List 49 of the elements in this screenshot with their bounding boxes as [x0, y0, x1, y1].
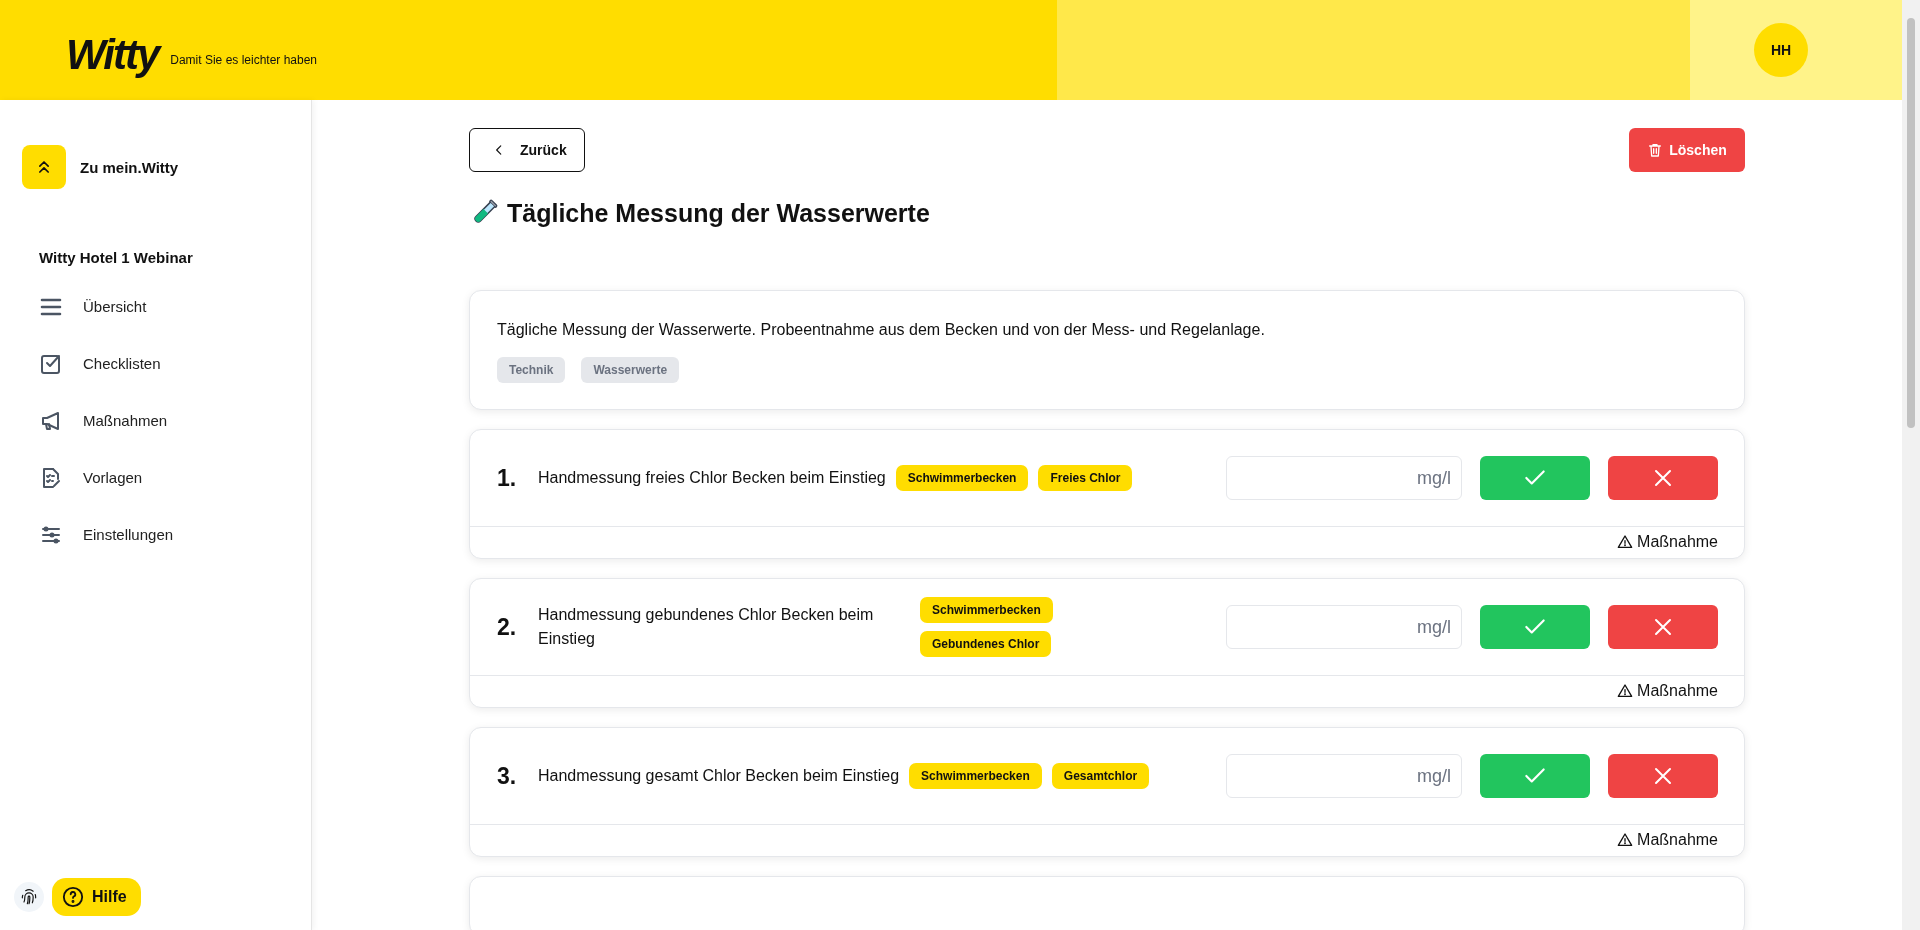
unit-label: mg/l — [1417, 616, 1451, 638]
chevrons-up-icon — [22, 145, 66, 189]
sidebar-item[interactable]: Maßnahmen — [22, 392, 289, 449]
value-input[interactable]: mg/l — [1226, 605, 1462, 649]
action-link[interactable]: Maßnahme — [1617, 682, 1718, 700]
value-input[interactable]: mg/l — [1226, 456, 1462, 500]
sidebar-item[interactable]: Übersicht — [22, 278, 289, 335]
tag: Freies Chlor — [1038, 465, 1133, 491]
description-text: Tägliche Messung der Wasserwerte. Probeentnahme aus dem Becken und von der Mess- und Regelanlage. — [497, 321, 1266, 339]
tag: Technik — [497, 357, 566, 383]
warning-icon — [1617, 683, 1634, 699]
help-icon — [62, 886, 84, 908]
tag: Wasserwerte — [581, 357, 680, 383]
item-title: Handmessung freies Chlor Becken beim Einstieg — [538, 468, 886, 488]
warning-icon — [1617, 832, 1634, 848]
unit-label: mg/l — [1417, 765, 1451, 787]
back-link[interactable]: Zu mein.Witty — [22, 145, 289, 189]
fingerprint-button[interactable] — [14, 882, 44, 912]
sidebar-item[interactable]: Vorlagen — [22, 449, 289, 506]
action-link[interactable]: Maßnahme — [1617, 831, 1718, 849]
warning-icon — [1617, 534, 1634, 550]
action-link[interactable]: Maßnahme — [1617, 533, 1718, 551]
reject-button[interactable] — [1608, 754, 1718, 798]
item-title: Handmessung gebundenes Chlor Becken beim Einstieg — [538, 605, 875, 649]
delete-button[interactable]: Löschen — [1629, 128, 1745, 172]
tag: Gebundenes Chlor — [920, 631, 1052, 657]
scrollbar[interactable] — [1902, 0, 1920, 930]
item-number: 1. — [497, 464, 518, 492]
tag: Gesamtchlor — [1051, 763, 1150, 789]
item-number: 2. — [497, 613, 518, 641]
tagline: Damit Sie es leichter haben — [170, 53, 318, 67]
unit-label: mg/l — [1417, 467, 1451, 489]
back-button[interactable]: Zurück — [469, 128, 585, 172]
item-number: 3. — [497, 762, 518, 790]
tag: Schwimmerbecken — [895, 465, 1029, 491]
tag: Schwimmerbecken — [909, 763, 1042, 789]
sidebar-item[interactable]: Checklisten — [22, 335, 289, 392]
page-title: Tägliche Messung der Wasserwerte — [507, 198, 930, 228]
tag: Schwimmerbecken — [920, 597, 1053, 623]
reject-button[interactable] — [1608, 456, 1718, 500]
item-title: Handmessung gesamt Chlor Becken beim Einstieg — [538, 766, 900, 786]
fingerprint-icon — [19, 887, 39, 907]
trash-icon — [1647, 142, 1664, 158]
value-input[interactable]: mg/l — [1226, 754, 1462, 798]
reject-button[interactable] — [1608, 605, 1718, 649]
sidebar-item[interactable]: Einstellungen — [22, 506, 289, 563]
user-avatar[interactable]: HH — [1754, 23, 1808, 77]
section-title: Witty Hotel 1 Webinar — [39, 249, 194, 266]
help-button[interactable]: Hilfe — [52, 878, 141, 916]
